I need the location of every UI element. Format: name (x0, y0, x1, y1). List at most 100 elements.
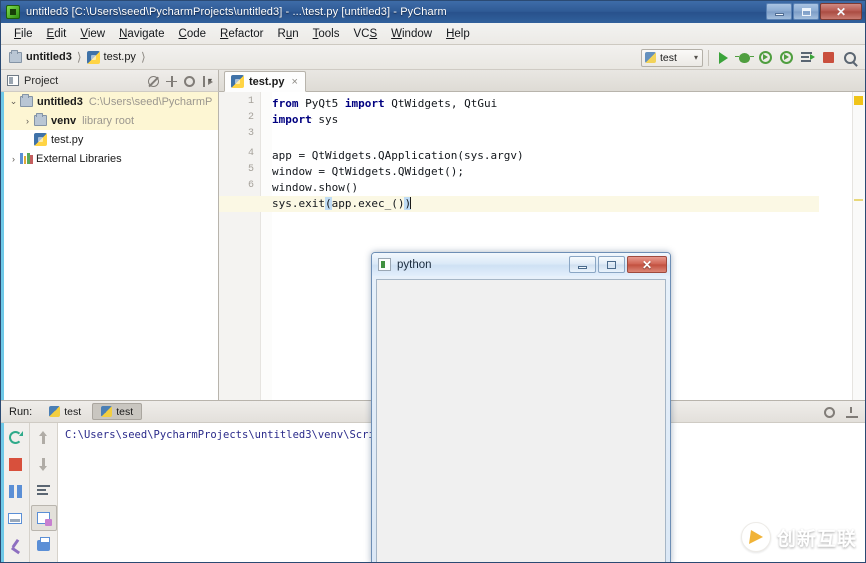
settings-button[interactable] (182, 74, 197, 89)
clear-all-button[interactable] (31, 559, 57, 562)
python-config-icon (101, 406, 113, 417)
bug-icon (735, 52, 754, 63)
tree-item-venv[interactable]: › venv library root (1, 111, 218, 130)
minimize-button[interactable] (569, 256, 596, 273)
project-panel-label: Project (24, 74, 59, 87)
menu-window[interactable]: Window (384, 26, 439, 42)
tree-item-untitled3[interactable]: ⌄ untitled3 C:\Users\seed\PycharmP (1, 92, 218, 111)
tree-item-label: External Libraries (36, 152, 122, 165)
gear-icon (824, 406, 835, 418)
line-number: 2 (247, 112, 254, 123)
navigation-bar: untitled3 ⟩ test.py ⟩ test ▾ (1, 45, 865, 70)
run-button[interactable] (714, 48, 733, 67)
menu-refactor[interactable]: Refactor (213, 26, 270, 42)
run-tab-label: test (64, 405, 82, 418)
menu-help[interactable]: Help (439, 26, 477, 42)
console-run-icon (801, 52, 815, 63)
chevron-down-icon[interactable]: ⌄ (7, 96, 20, 107)
down-stack-button[interactable] (31, 451, 57, 477)
editor-gutter[interactable]: 1 2 3 4 5 6 7 (219, 92, 261, 400)
scroll-from-source-button[interactable] (164, 74, 179, 89)
soft-wrap-button[interactable] (31, 478, 57, 504)
code-line-2: import sys (272, 113, 339, 126)
print-button[interactable] (31, 532, 57, 558)
stop-square-icon (8, 457, 22, 471)
code-line-7: sys.exit(app.exec_()) (219, 196, 819, 212)
breadcrumb-separator: ⟩ (140, 50, 146, 64)
python-qt-window[interactable]: python ✕ (371, 252, 671, 562)
add-console-icon (37, 512, 52, 526)
gear-icon (184, 75, 195, 87)
library-icon (20, 153, 33, 164)
chevron-right-icon[interactable]: › (21, 116, 34, 126)
pycharm-main-window: untitled3 [C:\Users\seed\PycharmProjects… (0, 0, 866, 563)
menu-edit[interactable]: Edit (40, 26, 74, 42)
line-marker[interactable] (854, 199, 863, 201)
run-tab-1[interactable]: test (40, 403, 90, 420)
menu-view[interactable]: View (73, 26, 112, 42)
debug-button[interactable] (735, 48, 754, 67)
menu-vcs[interactable]: VCS (346, 26, 384, 42)
python-window-title: python (397, 258, 432, 271)
tree-item-test-py[interactable]: test.py (1, 130, 218, 149)
hide-bar-icon (845, 406, 858, 418)
run-tab-2[interactable]: test (92, 403, 143, 420)
tree-item-label: venv (51, 114, 77, 127)
pause-output-button[interactable] (2, 478, 28, 504)
arrow-down-icon (38, 457, 49, 471)
python-file-icon (34, 133, 47, 146)
folder-icon (34, 113, 47, 126)
hide-button[interactable] (844, 405, 859, 420)
menu-code[interactable]: Code (172, 26, 214, 42)
console-icon (8, 512, 22, 524)
menu-tools[interactable]: Tools (306, 26, 347, 42)
toggle-console-button[interactable] (2, 505, 28, 531)
run-triangle-icon (719, 51, 728, 64)
chevron-right-icon[interactable]: › (7, 154, 20, 164)
up-stack-button[interactable] (31, 424, 57, 450)
new-console-button[interactable] (30, 505, 57, 531)
settings-button[interactable] (822, 405, 837, 420)
close-icon[interactable]: × (291, 76, 297, 88)
run-with-console-button[interactable] (798, 48, 817, 67)
menu-file[interactable]: File (7, 26, 40, 42)
hide-panel-button[interactable] (200, 74, 215, 89)
rerun-icon (8, 430, 23, 444)
editor-tab-label: test.py (249, 75, 285, 88)
project-tree[interactable]: ⌄ untitled3 C:\Users\seed\PycharmP › ven… (1, 92, 219, 400)
menu-navigate[interactable]: Navigate (112, 26, 171, 42)
editor-scrollbar[interactable] (852, 92, 865, 400)
collapse-all-button[interactable] (146, 74, 161, 89)
stop-square-icon (823, 52, 834, 63)
maximize-button[interactable] (598, 256, 625, 273)
breadcrumb-untitled3[interactable]: untitled3 (9, 49, 72, 63)
code-line-6: window.show() (272, 181, 359, 194)
close-button[interactable]: ✕ (820, 3, 862, 20)
tree-item-sublabel: C:\Users\seed\PycharmP (88, 95, 213, 108)
profile-button[interactable] (777, 48, 796, 67)
editor-tabstrip: test.py × (219, 70, 865, 92)
menu-run[interactable]: Run (271, 26, 306, 42)
run-configuration-selector[interactable]: test ▾ (641, 48, 703, 67)
warning-marker[interactable] (854, 96, 863, 105)
line-number: 3 (247, 128, 254, 139)
editor-tab-test-py[interactable]: test.py × (224, 71, 306, 92)
search-everywhere-button[interactable] (840, 48, 859, 67)
close-button[interactable]: ✕ (627, 256, 667, 273)
run-header-tools (822, 401, 859, 423)
run-left-toolbar (1, 423, 30, 562)
collapse-all-icon (148, 75, 159, 87)
maximize-button[interactable] (793, 3, 819, 20)
pin-tab-button[interactable] (2, 532, 28, 558)
python-window-titlebar[interactable]: python ✕ (372, 253, 670, 276)
minimize-button[interactable] (766, 3, 792, 20)
stop-button[interactable] (2, 451, 28, 477)
stop-button[interactable] (819, 48, 838, 67)
chevron-down-icon: ▾ (693, 53, 698, 62)
rerun-button[interactable] (2, 424, 28, 450)
tree-item-external-libraries[interactable]: › External Libraries (1, 149, 218, 168)
run-coverage-button[interactable] (756, 48, 775, 67)
editor-fold-strip[interactable]: ─ ─ (261, 92, 312, 400)
python-window-client-area[interactable] (376, 279, 666, 562)
breadcrumb-test-py[interactable]: test.py (86, 50, 136, 64)
